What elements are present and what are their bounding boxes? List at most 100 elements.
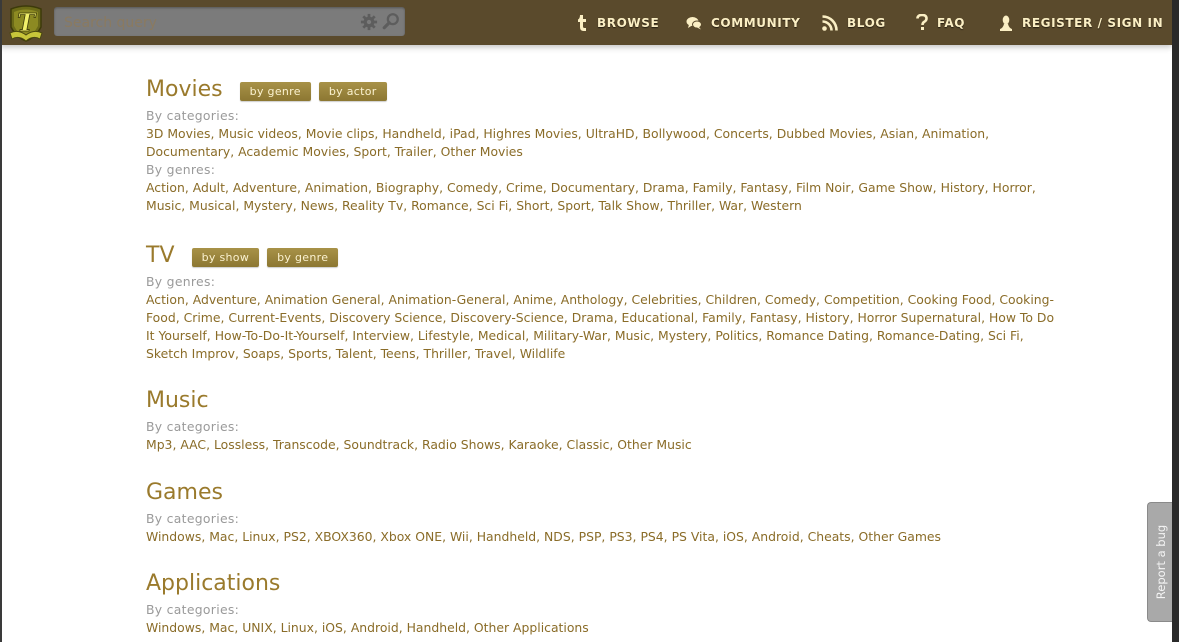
scrollbar[interactable] bbox=[1172, 0, 1179, 642]
category-link[interactable]: Interview bbox=[352, 328, 410, 343]
category-link[interactable]: How-To-Do-It-Yourself bbox=[215, 328, 345, 343]
category-link[interactable]: UltraHD bbox=[586, 126, 635, 141]
category-link[interactable]: Other Movies bbox=[441, 144, 523, 159]
category-link[interactable]: Mystery bbox=[243, 198, 292, 213]
category-link[interactable]: Dubbed Movies bbox=[777, 126, 873, 141]
category-link[interactable]: Fantasy bbox=[750, 310, 798, 325]
section-title[interactable]: Music bbox=[146, 388, 209, 414]
category-link[interactable]: Sci Fi bbox=[477, 198, 509, 213]
search-magnifier-icon[interactable] bbox=[382, 12, 400, 30]
category-link[interactable]: Trailer bbox=[395, 144, 433, 159]
category-link[interactable]: Cheats bbox=[808, 529, 851, 544]
category-link[interactable]: Horror bbox=[993, 180, 1032, 195]
report-bug-tab[interactable]: Report a bug bbox=[1147, 502, 1174, 622]
category-link[interactable]: Mac bbox=[209, 620, 234, 635]
category-link[interactable]: PS2 bbox=[283, 529, 306, 544]
category-link[interactable]: Radio Shows bbox=[422, 437, 501, 452]
category-link[interactable]: Comedy bbox=[447, 180, 498, 195]
category-link[interactable]: iPad bbox=[450, 126, 476, 141]
category-link[interactable]: Other Games bbox=[859, 529, 941, 544]
category-link[interactable]: Musical bbox=[189, 198, 235, 213]
category-link[interactable]: Music bbox=[146, 198, 181, 213]
category-link[interactable]: PS4 bbox=[640, 529, 663, 544]
category-link[interactable]: Xbox ONE bbox=[380, 529, 442, 544]
category-link[interactable]: Documentary bbox=[551, 180, 635, 195]
category-link[interactable]: Discovery Science bbox=[329, 310, 442, 325]
search-input[interactable] bbox=[62, 7, 356, 38]
category-link[interactable]: Handheld bbox=[382, 126, 441, 141]
category-link[interactable]: Romance-Dating bbox=[877, 328, 980, 343]
category-link[interactable]: Animation bbox=[305, 180, 368, 195]
category-link[interactable]: Action bbox=[146, 180, 185, 195]
category-link[interactable]: Romance Dating bbox=[766, 328, 869, 343]
category-link[interactable]: Sport bbox=[557, 198, 590, 213]
category-link[interactable]: History bbox=[941, 180, 985, 195]
settings-gear-icon[interactable] bbox=[360, 13, 378, 31]
category-link[interactable]: Android bbox=[752, 529, 800, 544]
category-link[interactable]: Adult bbox=[193, 180, 225, 195]
category-link[interactable]: Animation-General bbox=[389, 292, 506, 307]
category-link[interactable]: Crime bbox=[184, 310, 221, 325]
category-link[interactable]: Talk Show bbox=[599, 198, 660, 213]
category-link[interactable]: Bollywood bbox=[643, 126, 706, 141]
category-link[interactable]: Wii bbox=[450, 529, 469, 544]
category-link[interactable]: Sci Fi bbox=[988, 328, 1020, 343]
category-link[interactable]: News bbox=[301, 198, 334, 213]
section-title[interactable]: Games bbox=[146, 480, 223, 506]
category-link[interactable]: Short bbox=[516, 198, 549, 213]
category-link[interactable]: Wildlife bbox=[520, 346, 566, 361]
category-link[interactable]: Family bbox=[693, 180, 733, 195]
category-link[interactable]: War bbox=[719, 198, 743, 213]
category-link[interactable]: History bbox=[805, 310, 849, 325]
site-logo[interactable]: T bbox=[6, 3, 46, 43]
category-link[interactable]: Educational bbox=[622, 310, 695, 325]
category-link[interactable]: Romance bbox=[411, 198, 469, 213]
category-link[interactable]: Sports bbox=[288, 346, 328, 361]
category-link[interactable]: Classic bbox=[567, 437, 610, 452]
category-link[interactable]: Soaps bbox=[243, 346, 280, 361]
category-link[interactable]: Teens bbox=[381, 346, 416, 361]
category-link[interactable]: Windows bbox=[146, 620, 201, 635]
category-link[interactable]: Drama bbox=[643, 180, 685, 195]
category-link[interactable]: NDS bbox=[544, 529, 571, 544]
category-link[interactable]: Family bbox=[702, 310, 742, 325]
category-link[interactable]: Music videos bbox=[218, 126, 298, 141]
category-link[interactable]: Crime bbox=[506, 180, 543, 195]
category-link[interactable]: Academic Movies bbox=[238, 144, 346, 159]
category-link[interactable]: AAC bbox=[180, 437, 206, 452]
category-link[interactable]: Highres Movies bbox=[483, 126, 577, 141]
category-link[interactable]: Thriller bbox=[424, 346, 468, 361]
category-link[interactable]: Documentary bbox=[146, 144, 230, 159]
category-link[interactable]: Music bbox=[615, 328, 650, 343]
nav-community[interactable]: COMMUNITY bbox=[686, 0, 800, 45]
category-link[interactable]: Lifestyle bbox=[418, 328, 470, 343]
nav-blog[interactable]: BLOG bbox=[822, 0, 886, 45]
category-link[interactable]: Sport bbox=[354, 144, 387, 159]
nav-browse[interactable]: BROWSE bbox=[576, 0, 659, 45]
nav-register-sign-in[interactable]: REGISTER / SIGN IN bbox=[999, 0, 1163, 45]
category-link[interactable]: Lossless bbox=[214, 437, 265, 452]
category-link[interactable]: Adventure bbox=[233, 180, 297, 195]
category-link[interactable]: Children bbox=[705, 292, 757, 307]
nav-faq[interactable]: FAQ bbox=[916, 0, 965, 45]
category-link[interactable]: Mp3 bbox=[146, 437, 172, 452]
category-link[interactable]: Asian bbox=[880, 126, 914, 141]
category-link[interactable]: Current-Events bbox=[228, 310, 321, 325]
category-link[interactable]: Android bbox=[351, 620, 399, 635]
section-title[interactable]: Applications bbox=[146, 571, 280, 597]
category-link[interactable]: Mystery bbox=[658, 328, 707, 343]
section-title[interactable]: TV bbox=[146, 243, 175, 269]
category-link[interactable]: Politics bbox=[715, 328, 758, 343]
category-link[interactable]: Transcode bbox=[273, 437, 336, 452]
category-link[interactable]: Mac bbox=[209, 529, 234, 544]
by-genre-button[interactable]: by genre bbox=[267, 247, 339, 267]
category-link[interactable]: Cooking Food bbox=[908, 292, 992, 307]
category-link[interactable]: Comedy bbox=[765, 292, 816, 307]
category-link[interactable]: Concerts bbox=[714, 126, 769, 141]
category-link[interactable]: Handheld bbox=[407, 620, 466, 635]
category-link[interactable]: Horror Supernatural bbox=[857, 310, 981, 325]
category-link[interactable]: 3D Movies bbox=[146, 126, 211, 141]
category-link[interactable]: Celebrities bbox=[631, 292, 697, 307]
category-link[interactable]: Discovery-Science bbox=[450, 310, 564, 325]
category-link[interactable]: Medical bbox=[478, 328, 525, 343]
